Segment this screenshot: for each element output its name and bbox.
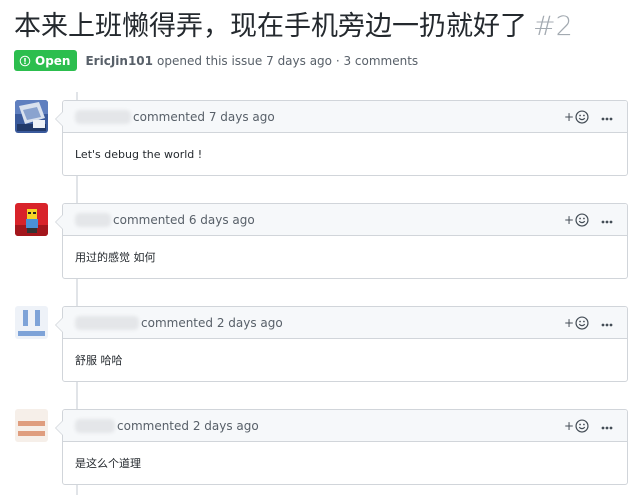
comment-timestamp[interactable]: commented 2 days ago — [117, 419, 259, 433]
add-reaction-button[interactable]: + — [564, 316, 589, 330]
comment-box: commented 2 days ago + 舒服 哈哈 — [55, 306, 628, 382]
status-label: Open — [35, 53, 71, 68]
issue-title-text: 本来上班懒得弄，现在手机旁边一扔就好了 — [14, 11, 527, 42]
comment-author-redacted — [75, 418, 115, 433]
reaction-plus: + — [563, 109, 574, 124]
issue-meta: Open EricJin101 opened this issue 7 days… — [14, 50, 418, 71]
kebab-horizontal-icon — [601, 323, 613, 326]
comment-timestamp[interactable]: commented 7 days ago — [133, 110, 275, 124]
issue-page: 本来上班懒得弄，现在手机旁边一扔就好了 #2 Open EricJin101 op… — [0, 0, 638, 495]
comment-actions: + — [564, 204, 613, 235]
reaction-plus: + — [563, 315, 574, 330]
comment-body: 是这么个道理 — [75, 457, 141, 470]
smiley-icon — [575, 109, 589, 124]
issue-opened-text: opened this issue 7 days ago · 3 comment… — [157, 53, 419, 68]
avatar[interactable] — [15, 306, 48, 339]
comment-header: commented 6 days ago + — [63, 204, 627, 236]
more-options-button[interactable] — [601, 213, 613, 227]
comment-actions: + — [564, 307, 613, 338]
comment-author-redacted — [75, 315, 139, 330]
avatar[interactable] — [15, 203, 48, 236]
add-reaction-button[interactable]: + — [564, 110, 589, 124]
comment-header: commented 2 days ago + — [63, 410, 627, 442]
comment-author-redacted — [75, 212, 111, 227]
avatar[interactable] — [15, 100, 48, 133]
issue-title: 本来上班懒得弄，现在手机旁边一扔就好了 #2 — [14, 8, 573, 46]
comment-timestamp[interactable]: commented 6 days ago — [113, 213, 255, 227]
kebab-horizontal-icon — [601, 426, 613, 429]
add-reaction-button[interactable]: + — [564, 419, 589, 433]
comment-header: commented 7 days ago + — [63, 101, 627, 133]
comment-header: commented 2 days ago + — [63, 307, 627, 339]
more-options-button[interactable] — [601, 110, 613, 124]
issue-author-link[interactable]: EricJin101 — [85, 54, 153, 68]
more-options-button[interactable] — [601, 316, 613, 330]
comment-box: commented 6 days ago + 用过的感觉 如何 — [55, 203, 628, 279]
smiley-icon — [575, 212, 589, 227]
issue-opened-icon — [19, 55, 31, 66]
status-badge: Open — [14, 50, 78, 71]
comment-box: commented 7 days ago + Let's debug the w… — [55, 100, 628, 176]
comment-author-redacted — [75, 109, 131, 124]
avatar[interactable] — [15, 409, 48, 442]
issue-number: #2 — [533, 11, 573, 42]
smiley-icon — [575, 315, 589, 330]
kebab-horizontal-icon — [601, 117, 613, 120]
more-options-button[interactable] — [601, 419, 613, 433]
add-reaction-button[interactable]: + — [564, 213, 589, 227]
comment-body: 用过的感觉 如何 — [75, 251, 156, 264]
smiley-icon — [575, 418, 589, 433]
comment-timestamp[interactable]: commented 2 days ago — [141, 316, 283, 330]
comment-body: Let's debug the world ! — [75, 147, 203, 161]
comment-actions: + — [564, 101, 613, 132]
reaction-plus: + — [563, 418, 574, 433]
reaction-plus: + — [563, 212, 574, 227]
comment-actions: + — [564, 410, 613, 441]
comment-box: commented 2 days ago + 是这么个道理 — [55, 409, 628, 485]
comment-body: 舒服 哈哈 — [75, 354, 123, 367]
kebab-horizontal-icon — [601, 220, 613, 223]
